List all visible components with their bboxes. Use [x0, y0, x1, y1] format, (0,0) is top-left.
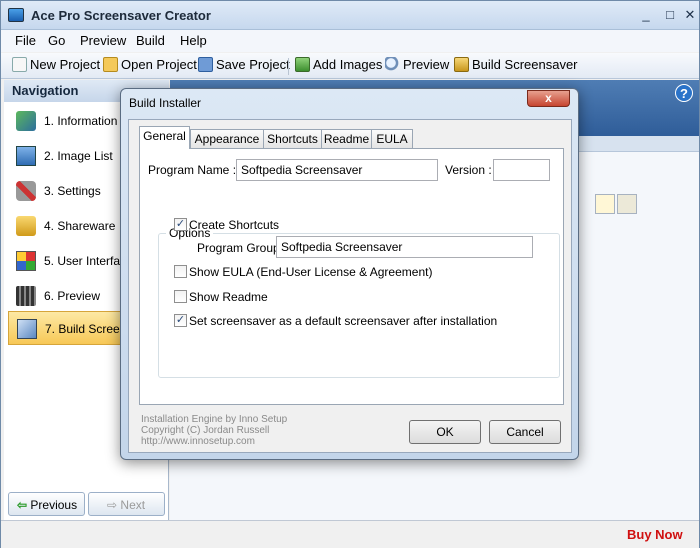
show-readme-label: Show Readme [189, 290, 268, 304]
title-bar: Ace Pro Screensaver Creator _ □ ✕ [1, 1, 699, 30]
build-installer-dialog: Build Installer x General Appearance Sho… [120, 88, 579, 460]
maximize-button[interactable]: □ [661, 7, 679, 23]
film-icon [16, 286, 36, 306]
dialog-close-button[interactable]: x [527, 90, 570, 107]
menu-help[interactable]: Help [180, 33, 207, 48]
arrow-left-icon: ⇦ [17, 498, 28, 512]
menu-build[interactable]: Build [136, 33, 165, 48]
build-icon [454, 57, 469, 72]
arrow-right-icon: ⇨ [107, 498, 118, 512]
nav-item-label: 6. Preview [44, 289, 101, 303]
next-label: Next [120, 498, 146, 512]
credits-line: Copyright (C) Jordan Russell [141, 425, 270, 436]
program-name-label: Program Name : [148, 163, 237, 177]
program-group-input[interactable]: Softpedia Screensaver [276, 236, 533, 258]
preview-label: Preview [403, 57, 450, 72]
folder-open-icon [103, 57, 118, 72]
minimize-button[interactable]: _ [637, 7, 655, 23]
nav-item-label: 1. Information [44, 114, 118, 128]
tab-shortcuts[interactable]: Shortcuts [263, 129, 322, 148]
lock-icon [16, 216, 36, 236]
run-icon[interactable] [617, 194, 637, 214]
cancel-button[interactable]: Cancel [489, 420, 561, 444]
previous-label: Previous [30, 498, 78, 512]
save-icon [198, 57, 213, 72]
menu-preview[interactable]: Preview [80, 33, 126, 48]
build-screensaver-icon [17, 319, 37, 339]
status-bar: Buy Now [1, 520, 699, 548]
save-project-button[interactable]: Save Project [198, 57, 290, 75]
close-button[interactable]: ✕ [681, 7, 699, 23]
magnifier-icon [385, 57, 400, 72]
nav-item-label: 3. Settings [44, 184, 101, 198]
image-icon [295, 57, 310, 72]
program-group-label: Program Group [197, 241, 280, 255]
show-eula-label: Show EULA (End-User License & Agreement) [189, 265, 433, 279]
tab-general[interactable]: General [139, 126, 190, 149]
build-screensaver-label: Build Screensaver [472, 57, 578, 72]
tab-appearance[interactable]: Appearance [190, 129, 264, 148]
set-default-label: Set screensaver as a default screensaver… [189, 314, 498, 328]
credits-link[interactable]: http://www.innosetup.com [141, 436, 287, 447]
show-readme-checkbox[interactable] [174, 290, 187, 303]
browse-folder-icon[interactable] [595, 194, 615, 214]
menu-file[interactable]: File [15, 33, 36, 48]
information-icon [16, 111, 36, 131]
tab-eula[interactable]: EULA [371, 129, 413, 148]
image-list-icon [16, 146, 36, 166]
window-title: Ace Pro Screensaver Creator [31, 8, 211, 23]
nav-item-label: 2. Image List [44, 149, 113, 163]
help-icon[interactable]: ? [675, 84, 693, 102]
previous-button[interactable]: ⇦ Previous [8, 492, 85, 516]
credits-line: Installation Engine by Inno Setup [141, 414, 288, 425]
save-project-label: Save Project [216, 57, 290, 72]
create-shortcuts-checkbox[interactable]: ✓ [174, 218, 187, 231]
nav-item-label: 4. Shareware [44, 219, 116, 233]
add-images-label: Add Images [313, 57, 383, 72]
open-project-button[interactable]: Open Project [103, 57, 197, 75]
show-eula-checkbox[interactable] [174, 265, 187, 278]
nav-item-label: 5. User Interface [44, 254, 126, 268]
dialog-body: General Appearance Shortcuts Readme EULA… [128, 119, 572, 453]
version-label: Version : [445, 163, 492, 177]
program-name-input[interactable]: Softpedia Screensaver [236, 159, 438, 181]
nav-item-label: 7. Build Screensaver [45, 322, 127, 336]
ui-grid-icon [16, 251, 36, 271]
menu-go[interactable]: Go [48, 33, 65, 48]
toolbar: New Project Open Project Save Project Ad… [1, 53, 699, 79]
menu-bar: File Go Preview Build Help [1, 30, 699, 52]
create-shortcuts-label: Create Shortcuts [189, 218, 280, 232]
installer-credits: Installation Engine by Inno Setup Copyrig… [141, 414, 287, 447]
build-screensaver-button[interactable]: Build Screensaver [454, 57, 578, 75]
add-images-button[interactable]: Add Images [295, 57, 382, 75]
set-default-checkbox[interactable]: ✓ [174, 314, 187, 327]
tools-icon [16, 181, 36, 201]
app-icon [8, 8, 24, 22]
ok-button[interactable]: OK [409, 420, 481, 444]
new-project-button[interactable]: New Project [12, 57, 100, 75]
tab-readme[interactable]: Readme [321, 129, 372, 148]
toolbar-separator [288, 58, 289, 75]
new-project-label: New Project [30, 57, 101, 72]
open-project-label: Open Project [121, 57, 197, 72]
dialog-title: Build Installer [129, 96, 202, 110]
next-button[interactable]: ⇨ Next [88, 492, 165, 516]
buy-now-link[interactable]: Buy Now [627, 527, 683, 542]
preview-button[interactable]: Preview [385, 57, 449, 75]
version-input[interactable] [493, 159, 550, 181]
general-tab-page: Program Name : Softpedia Screensaver Ver… [139, 148, 564, 405]
